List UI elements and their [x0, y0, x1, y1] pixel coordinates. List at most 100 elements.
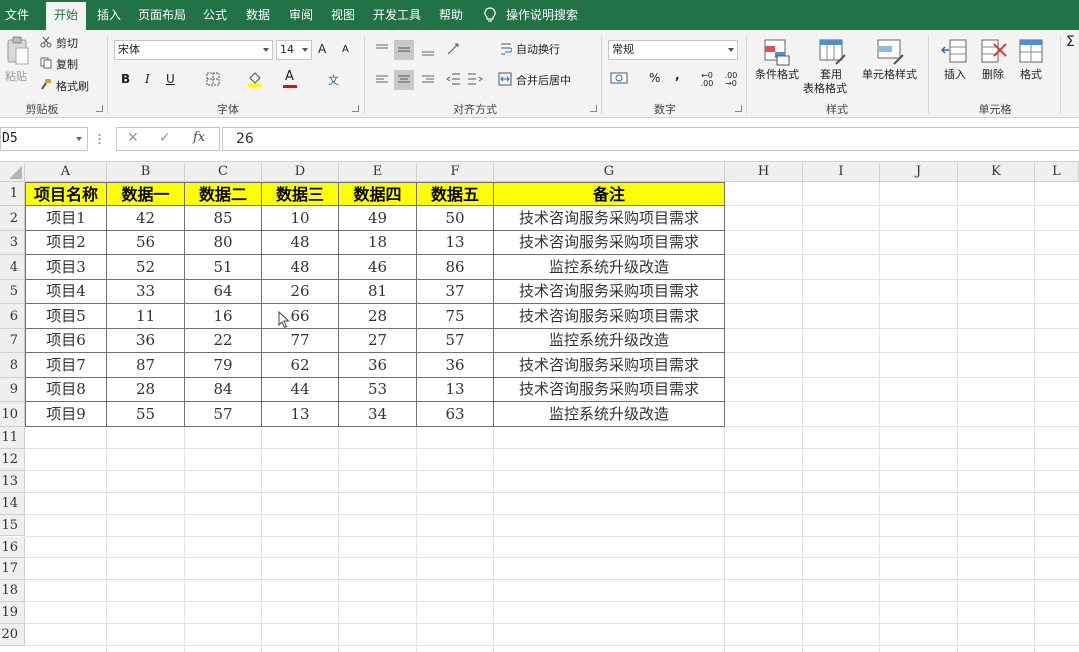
phonetic-button[interactable]: 文 [328, 72, 339, 88]
wrap-text-button[interactable]: 自动换行 [516, 41, 560, 57]
table-cell[interactable]: 36 [417, 353, 494, 378]
cancel-icon[interactable]: ✕ [127, 130, 139, 146]
table-cell[interactable]: 87 [107, 353, 185, 378]
table-cell[interactable]: 22 [185, 329, 262, 353]
row-header-4[interactable]: 4 [0, 255, 25, 280]
row-header-17[interactable]: 17 [0, 558, 25, 581]
row-header-1[interactable]: 1 [0, 182, 25, 206]
row-header-5[interactable]: 5 [0, 280, 25, 304]
fill-color-icon[interactable] [247, 70, 263, 88]
column-header-J[interactable]: J [880, 162, 958, 182]
header-cell[interactable]: 数据一 [107, 182, 185, 206]
row-header-16[interactable]: 16 [0, 536, 25, 559]
header-cell[interactable]: 数据三 [262, 182, 339, 206]
table-cell[interactable]: 技术咨询服务采购项目需求 [494, 304, 725, 329]
table-cell[interactable]: 62 [262, 353, 339, 378]
header-cell[interactable]: 数据四 [339, 182, 417, 206]
table-cell[interactable]: 53 [339, 378, 417, 402]
table-cell[interactable]: 50 [417, 206, 494, 231]
insert-cells-button[interactable]: 插入 [944, 66, 966, 82]
row-header-3[interactable]: 3 [0, 231, 25, 255]
header-cell[interactable]: 数据五 [417, 182, 494, 206]
orientation-icon[interactable] [446, 42, 464, 56]
table-cell[interactable]: 项目5 [25, 304, 107, 329]
tab-data[interactable]: 数据 [243, 0, 273, 30]
table-cell[interactable]: 84 [185, 378, 262, 402]
table-cell[interactable]: 57 [185, 402, 262, 427]
row-header-15[interactable]: 15 [0, 514, 25, 537]
table-cell[interactable]: 技术咨询服务采购项目需求 [494, 353, 725, 378]
formula-bar-grip-icon[interactable] [98, 132, 101, 146]
grow-font-button[interactable]: A [318, 42, 326, 56]
tab-help[interactable]: 帮助 [436, 0, 466, 30]
row-header-9[interactable]: 9 [0, 378, 25, 402]
table-cell[interactable]: 81 [339, 280, 417, 304]
column-header-D[interactable]: D [262, 162, 339, 182]
row-header-7[interactable]: 7 [0, 329, 25, 353]
percent-button[interactable]: % [649, 71, 660, 85]
alignment-launcher-icon[interactable] [590, 105, 597, 112]
table-cell[interactable]: 86 [417, 255, 494, 280]
table-cell[interactable]: 技术咨询服务采购项目需求 [494, 231, 725, 255]
table-cell[interactable]: 28 [339, 304, 417, 329]
row-header-18[interactable]: 18 [0, 580, 25, 603]
header-cell[interactable]: 项目名称 [25, 182, 107, 206]
enter-icon[interactable]: ✓ [159, 130, 171, 146]
column-header-I[interactable]: I [803, 162, 880, 182]
cell-styles-button[interactable]: 单元格样式 [862, 66, 917, 82]
table-cell[interactable]: 49 [339, 206, 417, 231]
table-cell[interactable]: 75 [417, 304, 494, 329]
insert-function-icon[interactable]: fx [193, 130, 205, 145]
tab-formulas[interactable]: 公式 [200, 0, 230, 30]
table-cell[interactable]: 36 [107, 329, 185, 353]
borders-icon[interactable] [206, 72, 220, 86]
underline-button[interactable]: U [166, 72, 175, 86]
name-box[interactable]: D5 [0, 127, 88, 151]
formula-input[interactable]: 26 [222, 127, 1079, 151]
table-cell[interactable]: 64 [185, 280, 262, 304]
row-header-14[interactable]: 14 [0, 492, 25, 515]
paste-icon[interactable] [6, 36, 30, 66]
table-cell[interactable]: 18 [339, 231, 417, 255]
column-header-K[interactable]: K [958, 162, 1035, 182]
table-cell[interactable]: 48 [262, 255, 339, 280]
tab-developer[interactable]: 开发工具 [370, 0, 424, 30]
number-launcher-icon[interactable] [735, 105, 742, 112]
table-cell[interactable]: 27 [339, 329, 417, 353]
table-cell[interactable]: 项目6 [25, 329, 107, 353]
table-cell[interactable]: 44 [262, 378, 339, 402]
table-cell[interactable]: 57 [417, 329, 494, 353]
font-size-combo[interactable]: 14 [276, 40, 312, 60]
tab-home[interactable]: 开始 [46, 2, 86, 30]
table-cell[interactable]: 项目1 [25, 206, 107, 231]
decrease-decimal-button[interactable]: .00 →0 [722, 72, 740, 88]
table-cell[interactable]: 79 [185, 353, 262, 378]
italic-button[interactable]: I [145, 72, 150, 86]
column-header-B[interactable]: B [107, 162, 185, 182]
row-header-8[interactable]: 8 [0, 353, 25, 378]
table-cell[interactable]: 51 [185, 255, 262, 280]
table-cell[interactable]: 11 [107, 304, 185, 329]
table-cell[interactable]: 56 [107, 231, 185, 255]
row-header-13[interactable]: 13 [0, 470, 25, 493]
row-header-19[interactable]: 19 [0, 602, 25, 625]
table-cell[interactable]: 77 [262, 329, 339, 353]
table-cell[interactable]: 13 [262, 402, 339, 427]
row-header-20[interactable]: 20 [0, 624, 25, 646]
table-cell[interactable]: 85 [185, 206, 262, 231]
format-cells-button[interactable]: 格式 [1020, 66, 1042, 82]
font-color-button[interactable]: A [285, 69, 294, 84]
worksheet-grid[interactable]: ABCDEFGHIJKL 1 2 3 4 5 6 7 8 9 10 11 12 13 14 15 16 17 18… [0, 162, 1079, 652]
table-cell[interactable]: 46 [339, 255, 417, 280]
table-cell[interactable]: 技术咨询服务采购项目需求 [494, 378, 725, 402]
table-cell[interactable]: 42 [107, 206, 185, 231]
column-header-A[interactable]: A [25, 162, 107, 182]
cut-button[interactable]: 剪切 [56, 35, 78, 51]
table-cell[interactable]: 项目3 [25, 255, 107, 280]
table-cell[interactable]: 36 [339, 353, 417, 378]
table-cell[interactable]: 13 [417, 231, 494, 255]
vertical-align-icons[interactable] [374, 40, 444, 60]
shrink-font-button[interactable]: A [342, 44, 349, 55]
column-header-C[interactable]: C [185, 162, 262, 182]
table-cell[interactable]: 项目2 [25, 231, 107, 255]
